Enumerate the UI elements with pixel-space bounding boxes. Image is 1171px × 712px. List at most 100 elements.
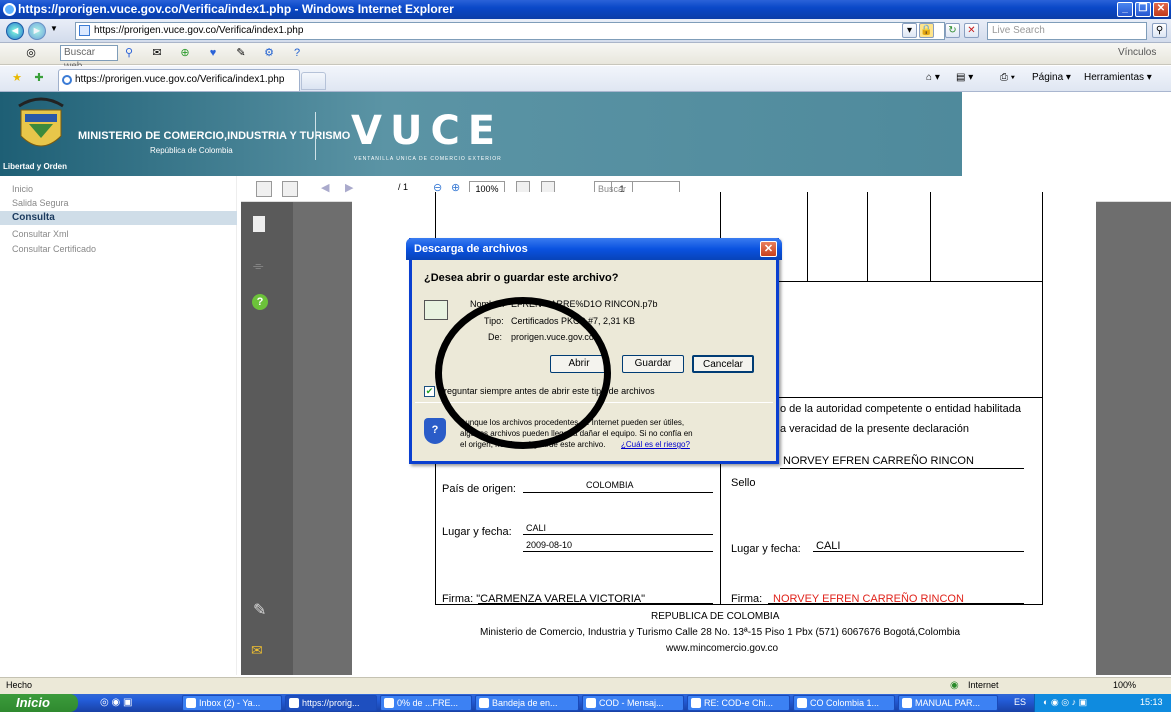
gear-icon[interactable]: ⚙	[262, 46, 276, 60]
pdf-right-gutter	[1096, 202, 1171, 675]
search-icon[interactable]: ⚲	[1152, 23, 1167, 38]
place-date-label: Lugar y fecha:	[442, 526, 512, 538]
print-icon[interactable]: ⎙ ▾	[1000, 71, 1015, 85]
close-window-button[interactable]: ✕	[1153, 2, 1169, 17]
taskbar-item[interactable]: Inbox (2) - Ya...	[182, 695, 282, 711]
form-line	[780, 468, 1024, 469]
risk-link[interactable]: ¿Cuál es el riesgo?	[621, 440, 690, 449]
messenger-icon[interactable]: ♥	[206, 46, 220, 60]
search-icon[interactable]: ⚲	[122, 46, 136, 60]
sidebar-item-salida-segura[interactable]: Salida Segura	[12, 198, 69, 208]
language-indicator[interactable]: ES	[1014, 697, 1026, 707]
save-button[interactable]: Guardar	[622, 355, 684, 373]
toolbar-logo-icon[interactable]: ◎	[24, 46, 38, 60]
tab-active[interactable]: https://prorigen.vuce.gov.co/Verifica/in…	[58, 69, 300, 91]
web-search-input[interactable]: Buscar web...	[60, 45, 118, 72]
feeds-icon[interactable]: ▤ ▾	[956, 71, 973, 85]
help-icon[interactable]: ?	[252, 294, 268, 310]
window-titlebar: https://prorigen.vuce.gov.co/Verifica/in…	[0, 0, 1171, 19]
taskbar-item[interactable]: https://prorig...	[285, 695, 377, 711]
new-tab-button[interactable]	[301, 72, 326, 90]
favorites-star-icon[interactable]: ★	[10, 71, 24, 85]
taskbar-item[interactable]: MANUAL PAR...	[898, 695, 998, 711]
hand-drawn-circle-annotation	[435, 297, 611, 449]
header-blank	[962, 92, 1171, 176]
taskbar-item[interactable]: COD - Mensaj...	[582, 695, 684, 711]
answers-icon[interactable]: ✎	[234, 46, 248, 60]
back-icon[interactable]: ◄	[6, 22, 24, 40]
home-icon[interactable]: ⌂ ▾	[926, 71, 940, 85]
plus-icon[interactable]: ⊕	[178, 46, 192, 60]
sidebar-item-consultar-certificado[interactable]: Consultar Certificado	[12, 244, 96, 254]
attachments-icon[interactable]: ⌯	[253, 258, 263, 274]
colombia-crest-icon	[18, 97, 64, 147]
tools-menu[interactable]: Herramientas ▾	[1084, 71, 1152, 85]
globe-icon: ◉	[950, 680, 959, 691]
page-menu-label: Página	[1032, 72, 1064, 83]
minimize-button[interactable]: _	[1117, 2, 1133, 17]
task-label: RE: COD-e Chi...	[704, 698, 774, 708]
page-icon	[79, 25, 90, 36]
lock-icon[interactable]: 🔒	[919, 23, 934, 38]
url-input[interactable]: https://prorigen.vuce.gov.co/Verifica/in…	[75, 22, 945, 40]
prev-page-icon[interactable]: ◀	[321, 181, 329, 194]
crest-caption: Libertad y Orden	[3, 162, 68, 171]
taskbar-item[interactable]: Bandeja de en...	[475, 695, 579, 711]
taskbar-item[interactable]: CO Colombia 1...	[793, 695, 895, 711]
tab-row: ★ ✚ https://prorigen.vuce.gov.co/Verific…	[0, 66, 1171, 92]
sidebar-item-consultar-xml[interactable]: Consultar Xml	[12, 229, 69, 239]
origin-label: País de origen:	[442, 483, 516, 495]
authority-text: o de la autoridad competente o entidad h…	[780, 403, 1021, 415]
shield-warning-icon: ?	[424, 418, 446, 444]
footer-website: www.mincomercio.gov.co	[666, 643, 779, 654]
comments-icon[interactable]: ✉	[251, 642, 263, 659]
dialog-question: ¿Desea abrir o guardar este archivo?	[424, 272, 619, 284]
sidebar-item-inicio[interactable]: Inicio	[12, 184, 33, 194]
url-text: https://prorigen.vuce.gov.co/Verifica/in…	[94, 25, 304, 36]
add-favorite-icon[interactable]: ✚	[32, 71, 46, 85]
live-search-input[interactable]: Live Search	[987, 22, 1147, 40]
mail-icon[interactable]: ✉	[150, 46, 164, 60]
forward-icon[interactable]: ►	[28, 22, 46, 40]
pdf-icon	[902, 698, 912, 708]
ie-icon	[289, 698, 299, 708]
url-dropdown-icon[interactable]: ▾	[902, 23, 917, 38]
system-tray: ◐ ◉ ◎ ♪ ▣ 15:13	[1034, 694, 1171, 712]
quicklaunch-icons[interactable]: ◎ ◉ ▣	[100, 697, 132, 708]
always-ask-checkbox[interactable]: ✔	[424, 386, 435, 397]
task-label: Inbox (2) - Ya...	[199, 698, 261, 708]
pages-icon[interactable]	[253, 216, 265, 232]
links-label[interactable]: Vínculos	[1118, 47, 1156, 58]
start-button[interactable]: Inicio	[0, 694, 78, 712]
sidebar: Inicio Salida Segura Consulta Consultar …	[0, 176, 237, 675]
name-value: NORVEY EFREN CARREÑO RINCON	[783, 455, 974, 467]
dialog-close-button[interactable]: ✕	[760, 241, 777, 257]
history-dropdown-icon[interactable]: ▼	[50, 24, 58, 33]
mail-icon	[691, 698, 701, 708]
vuce-tagline: VENTANILLA UNICA DE COMERCIO EXTERIOR	[354, 156, 502, 162]
ie-icon	[3, 3, 16, 16]
form-line	[523, 534, 713, 535]
paperclip-icon[interactable]: ✎	[253, 600, 266, 620]
task-label: COD - Mensaj...	[599, 698, 664, 708]
tray-icons[interactable]: ◐ ◉ ◎ ♪ ▣	[1043, 697, 1087, 708]
security-zone[interactable]: Internet	[968, 680, 999, 690]
ministry-name: MINISTERIO DE COMERCIO,INDUSTRIA Y TURIS…	[78, 130, 351, 142]
print-icon[interactable]	[256, 181, 272, 197]
help-icon[interactable]: ?	[290, 46, 304, 60]
sidebar-item-label: Consulta	[12, 212, 55, 223]
cancel-button[interactable]: Cancelar	[692, 355, 754, 373]
refresh-icon[interactable]: ↻	[945, 23, 960, 38]
sidebar-item-consulta[interactable]: Consulta	[0, 211, 237, 225]
page-menu[interactable]: Página ▾	[1032, 71, 1071, 85]
zoom-level[interactable]: 100%	[1113, 680, 1136, 690]
stop-icon[interactable]: ✕	[964, 23, 979, 38]
maximize-button[interactable]: ❐	[1135, 2, 1151, 17]
task-label: MANUAL PAR...	[915, 698, 981, 708]
dialog-title: Descarga de archivos	[414, 243, 528, 255]
save-icon[interactable]	[282, 181, 298, 197]
taskbar-item[interactable]: RE: COD-e Chi...	[687, 695, 790, 711]
pdf-side-panel: ⌯ ? ✎ ✉	[241, 202, 293, 675]
toolbar-row: ◎ Buscar web... ⚲ ✉ ⊕ ♥ ✎ ⚙ ? Vínculos	[0, 43, 1171, 72]
taskbar-item[interactable]: 0% de ...FRE...	[380, 695, 472, 711]
